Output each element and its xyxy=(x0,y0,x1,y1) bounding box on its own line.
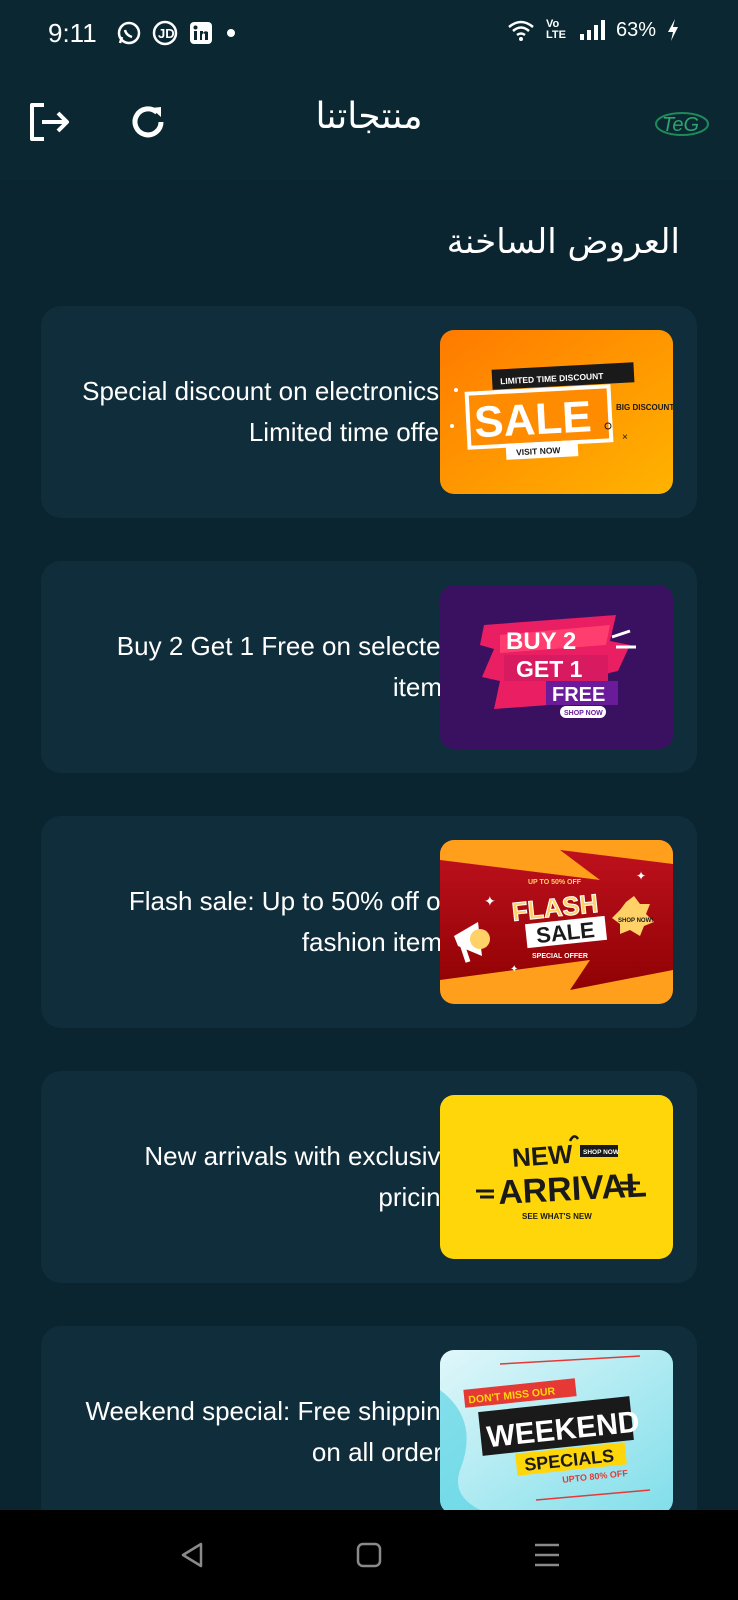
nav-recents-button[interactable] xyxy=(530,1540,564,1570)
offer-card[interactable]: Special discount on electronics - Limite… xyxy=(41,306,697,518)
offer-image: BUY 2 GET 1 FREE SHOP NOW xyxy=(440,585,673,749)
banner-line1: NEW xyxy=(511,1139,574,1173)
back-icon xyxy=(181,1542,203,1568)
banner-badge: SHOP NOW xyxy=(583,1149,620,1156)
nav-home-button[interactable] xyxy=(352,1540,386,1570)
banner-line3: FREE xyxy=(552,684,605,706)
charging-icon xyxy=(668,19,678,41)
offer-text: Special discount on electronics - Limite… xyxy=(82,376,455,447)
offer-card[interactable]: New arrivals with exclusive pricing NEW … xyxy=(41,1071,697,1283)
offer-card[interactable]: Flash sale: Up to 50% off on fashion ite… xyxy=(41,816,697,1028)
offer-image: LIMITED TIME DISCOUNT SALE BIG DISCOUNT … xyxy=(440,330,673,494)
svg-text:×: × xyxy=(622,432,628,443)
signal-icon xyxy=(579,20,605,40)
menu-icon xyxy=(535,1543,559,1567)
status-bar: 9:11 JD Vo LTE 63% xyxy=(0,0,738,62)
wifi-icon xyxy=(508,20,534,41)
dot-icon xyxy=(227,29,235,37)
status-right: Vo LTE 63% xyxy=(506,18,680,42)
nav-back-button[interactable] xyxy=(176,1540,210,1570)
linkedin-icon xyxy=(190,22,212,44)
network-label: Vo LTE xyxy=(545,18,566,41)
page-title: منتجاتنا xyxy=(315,96,423,137)
banner-top: UP TO 50% OFF xyxy=(528,879,582,886)
system-nav-bar xyxy=(0,1510,738,1600)
offer-text: Weekend special: Free shipping on all or… xyxy=(85,1396,455,1467)
offer-text: New arrivals with exclusive pricing xyxy=(144,1141,455,1212)
offer-image: NEW SHOP NOW ARRIVAL SEE WHAT'S NEW xyxy=(440,1095,673,1259)
notification-icons: JD xyxy=(116,20,238,46)
offers-list[interactable]: العروض الساخنة Special discount on elect… xyxy=(0,180,738,1510)
section-title: العروض الساخنة xyxy=(446,222,680,262)
banner-button: SHOP NOW xyxy=(564,710,603,717)
battery-level: 63% xyxy=(615,18,656,41)
offer-card[interactable]: Buy 2 Get 1 Free on selected items BUY 2… xyxy=(41,561,697,773)
svg-text:✦: ✦ xyxy=(510,964,518,975)
offer-text: Buy 2 Get 1 Free on selected items xyxy=(116,631,455,702)
app-bar: منتجاتنا TeG xyxy=(0,62,738,180)
svg-text:TeG: TeG xyxy=(662,114,699,136)
whatsapp-icon xyxy=(117,21,141,45)
banner-line1: BUY 2 xyxy=(506,628,576,655)
banner-side: BIG DISCOUNT xyxy=(616,403,673,412)
brand-logo: TeG xyxy=(655,112,709,136)
offer-image: DON'T MISS OUR WEEKEND SPECIALS UPTO 80%… xyxy=(440,1350,673,1510)
offer-text: Flash sale: Up to 50% off on fashion ite… xyxy=(128,886,455,957)
home-icon xyxy=(356,1542,382,1568)
banner-line2: GET 1 xyxy=(516,656,583,682)
banner-main: SALE xyxy=(473,392,593,447)
banner-badge: SHOP NOW! xyxy=(618,918,653,924)
svg-text:JD: JD xyxy=(158,26,175,41)
banner-bottom: SEE WHAT'S NEW xyxy=(522,1212,592,1221)
offer-image: UP TO 50% OFF FLASH SALE SPECIAL OFFER S… xyxy=(440,840,673,1004)
status-time: 9:11 xyxy=(48,18,97,48)
svg-text:✦: ✦ xyxy=(636,869,646,883)
app-icon: JD xyxy=(152,20,178,46)
offer-card[interactable]: Weekend special: Free shipping on all or… xyxy=(41,1326,697,1510)
banner-bottom: SPECIAL OFFER xyxy=(532,953,588,960)
svg-text:✦: ✦ xyxy=(484,893,496,909)
